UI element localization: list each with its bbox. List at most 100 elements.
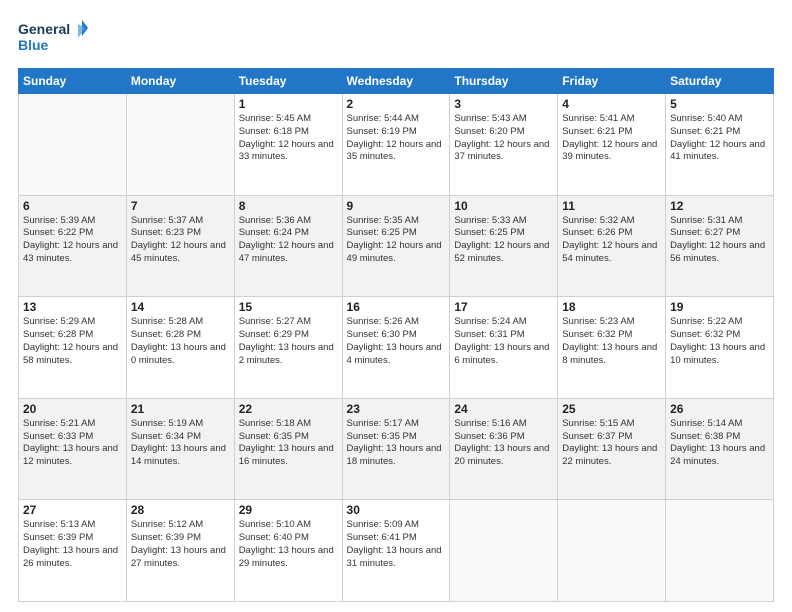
day-number: 17 [454, 300, 553, 314]
day-number: 6 [23, 199, 122, 213]
day-cell-3-0: 20Sunrise: 5:21 AMSunset: 6:33 PMDayligh… [19, 398, 127, 500]
header-monday: Monday [126, 69, 234, 94]
day-number: 4 [562, 97, 661, 111]
week-row-4: 20Sunrise: 5:21 AMSunset: 6:33 PMDayligh… [19, 398, 774, 500]
day-number: 7 [131, 199, 230, 213]
day-cell-2-5: 18 Sunrise: 5:23 AMSunset: 6:32 PMDayligh… [558, 297, 666, 399]
day-cell-4-2: 29Sunrise: 5:10 AMSunset: 6:40 PMDayligh… [234, 500, 342, 602]
header-friday: Friday [558, 69, 666, 94]
day-cell-1-1: 7 Sunrise: 5:37 AMSunset: 6:23 PMDaylight… [126, 195, 234, 297]
week-row-3: 13 Sunrise: 5:29 AMSunset: 6:28 PMDayligh… [19, 297, 774, 399]
day-info: Sunrise: 5:40 AMSunset: 6:21 PMDaylight:… [670, 113, 769, 164]
day-cell-0-3: 2 Sunrise: 5:44 AMSunset: 6:19 PMDaylight… [342, 94, 450, 196]
day-number: 14 [131, 300, 230, 314]
calendar-header-row: SundayMondayTuesdayWednesdayThursdayFrid… [19, 69, 774, 94]
day-cell-1-0: 6 Sunrise: 5:39 AMSunset: 6:22 PMDaylight… [19, 195, 127, 297]
day-cell-3-5: 25 Sunrise: 5:15 AMSunset: 6:37 PMDayligh… [558, 398, 666, 500]
day-info: Sunrise: 5:37 AMSunset: 6:23 PMDaylight:… [131, 215, 230, 266]
week-row-1: 1 Sunrise: 5:45 AMSunset: 6:18 PMDaylight… [19, 94, 774, 196]
day-info: Sunrise: 5:23 AMSunset: 6:32 PMDaylight:… [562, 316, 661, 367]
day-cell-1-2: 8 Sunrise: 5:36 AMSunset: 6:24 PMDaylight… [234, 195, 342, 297]
day-info: Sunrise: 5:31 AMSunset: 6:27 PMDaylight:… [670, 215, 769, 266]
day-number: 10 [454, 199, 553, 213]
day-number: 26 [670, 402, 769, 416]
day-number: 3 [454, 97, 553, 111]
day-number: 2 [347, 97, 446, 111]
day-cell-4-3: 30Sunrise: 5:09 AMSunset: 6:41 PMDayligh… [342, 500, 450, 602]
day-number: 5 [670, 97, 769, 111]
day-number: 8 [239, 199, 338, 213]
day-number: 18 [562, 300, 661, 314]
day-info: Sunrise: 5:41 AMSunset: 6:21 PMDaylight:… [562, 113, 661, 164]
day-cell-2-1: 14 Sunrise: 5:28 AMSunset: 6:28 PMDayligh… [126, 297, 234, 399]
day-info: Sunrise: 5:45 AMSunset: 6:18 PMDaylight:… [239, 113, 338, 164]
day-number: 23 [347, 402, 446, 416]
week-row-5: 27 Sunrise: 5:13 AMSunset: 6:39 PMDayligh… [19, 500, 774, 602]
day-info: Sunrise: 5:12 AMSunset: 6:39 PMDaylight:… [131, 519, 230, 570]
day-cell-0-0 [19, 94, 127, 196]
day-cell-3-1: 21 Sunrise: 5:19 AMSunset: 6:34 PMDayligh… [126, 398, 234, 500]
day-info: Sunrise: 5:43 AMSunset: 6:20 PMDaylight:… [454, 113, 553, 164]
day-info: Sunrise: 5:24 AMSunset: 6:31 PMDaylight:… [454, 316, 553, 367]
day-info: Sunrise: 5:29 AMSunset: 6:28 PMDaylight:… [23, 316, 122, 367]
day-info: Sunrise: 5:22 AMSunset: 6:32 PMDaylight:… [670, 316, 769, 367]
day-info: Sunrise: 5:21 AMSunset: 6:33 PMDaylight:… [23, 418, 122, 469]
day-number: 1 [239, 97, 338, 111]
day-number: 13 [23, 300, 122, 314]
day-info: Sunrise: 5:36 AMSunset: 6:24 PMDaylight:… [239, 215, 338, 266]
day-info: Sunrise: 5:32 AMSunset: 6:26 PMDaylight:… [562, 215, 661, 266]
day-cell-2-2: 15Sunrise: 5:27 AMSunset: 6:29 PMDayligh… [234, 297, 342, 399]
day-info: Sunrise: 5:13 AMSunset: 6:39 PMDaylight:… [23, 519, 122, 570]
day-cell-0-5: 4 Sunrise: 5:41 AMSunset: 6:21 PMDaylight… [558, 94, 666, 196]
day-cell-4-1: 28Sunrise: 5:12 AMSunset: 6:39 PMDayligh… [126, 500, 234, 602]
day-cell-2-6: 19 Sunrise: 5:22 AMSunset: 6:32 PMDayligh… [666, 297, 774, 399]
day-cell-0-6: 5 Sunrise: 5:40 AMSunset: 6:21 PMDaylight… [666, 94, 774, 196]
day-info: Sunrise: 5:44 AMSunset: 6:19 PMDaylight:… [347, 113, 446, 164]
day-cell-4-6 [666, 500, 774, 602]
day-info: Sunrise: 5:16 AMSunset: 6:36 PMDaylight:… [454, 418, 553, 469]
day-cell-4-0: 27 Sunrise: 5:13 AMSunset: 6:39 PMDayligh… [19, 500, 127, 602]
day-number: 9 [347, 199, 446, 213]
day-info: Sunrise: 5:17 AMSunset: 6:35 PMDaylight:… [347, 418, 446, 469]
page: General Blue SundayMondayTuesdayWednesda… [0, 0, 792, 612]
day-number: 16 [347, 300, 446, 314]
day-number: 15 [239, 300, 338, 314]
week-row-2: 6 Sunrise: 5:39 AMSunset: 6:22 PMDaylight… [19, 195, 774, 297]
day-cell-1-3: 9Sunrise: 5:35 AMSunset: 6:25 PMDaylight… [342, 195, 450, 297]
day-number: 19 [670, 300, 769, 314]
day-info: Sunrise: 5:15 AMSunset: 6:37 PMDaylight:… [562, 418, 661, 469]
day-info: Sunrise: 5:39 AMSunset: 6:22 PMDaylight:… [23, 215, 122, 266]
header: General Blue [18, 18, 774, 60]
day-number: 12 [670, 199, 769, 213]
header-wednesday: Wednesday [342, 69, 450, 94]
day-cell-4-5 [558, 500, 666, 602]
day-cell-2-3: 16 Sunrise: 5:26 AMSunset: 6:30 PMDayligh… [342, 297, 450, 399]
day-number: 22 [239, 402, 338, 416]
day-cell-4-4 [450, 500, 558, 602]
day-number: 21 [131, 402, 230, 416]
day-info: Sunrise: 5:19 AMSunset: 6:34 PMDaylight:… [131, 418, 230, 469]
day-number: 11 [562, 199, 661, 213]
day-cell-1-6: 12 Sunrise: 5:31 AMSunset: 6:27 PMDayligh… [666, 195, 774, 297]
day-number: 24 [454, 402, 553, 416]
svg-text:Blue: Blue [18, 37, 49, 53]
day-cell-0-2: 1 Sunrise: 5:45 AMSunset: 6:18 PMDaylight… [234, 94, 342, 196]
day-info: Sunrise: 5:10 AMSunset: 6:40 PMDaylight:… [239, 519, 338, 570]
day-cell-0-1 [126, 94, 234, 196]
day-info: Sunrise: 5:14 AMSunset: 6:38 PMDaylight:… [670, 418, 769, 469]
day-number: 27 [23, 503, 122, 517]
calendar-table: SundayMondayTuesdayWednesdayThursdayFrid… [18, 68, 774, 602]
day-cell-2-4: 17 Sunrise: 5:24 AMSunset: 6:31 PMDayligh… [450, 297, 558, 399]
day-info: Sunrise: 5:28 AMSunset: 6:28 PMDaylight:… [131, 316, 230, 367]
day-info: Sunrise: 5:26 AMSunset: 6:30 PMDaylight:… [347, 316, 446, 367]
day-cell-1-4: 10Sunrise: 5:33 AMSunset: 6:25 PMDayligh… [450, 195, 558, 297]
day-cell-3-2: 22Sunrise: 5:18 AMSunset: 6:35 PMDayligh… [234, 398, 342, 500]
header-thursday: Thursday [450, 69, 558, 94]
header-tuesday: Tuesday [234, 69, 342, 94]
day-cell-0-4: 3 Sunrise: 5:43 AMSunset: 6:20 PMDaylight… [450, 94, 558, 196]
day-info: Sunrise: 5:09 AMSunset: 6:41 PMDaylight:… [347, 519, 446, 570]
logo: General Blue [18, 18, 88, 60]
day-number: 25 [562, 402, 661, 416]
svg-text:General: General [18, 21, 70, 37]
header-sunday: Sunday [19, 69, 127, 94]
